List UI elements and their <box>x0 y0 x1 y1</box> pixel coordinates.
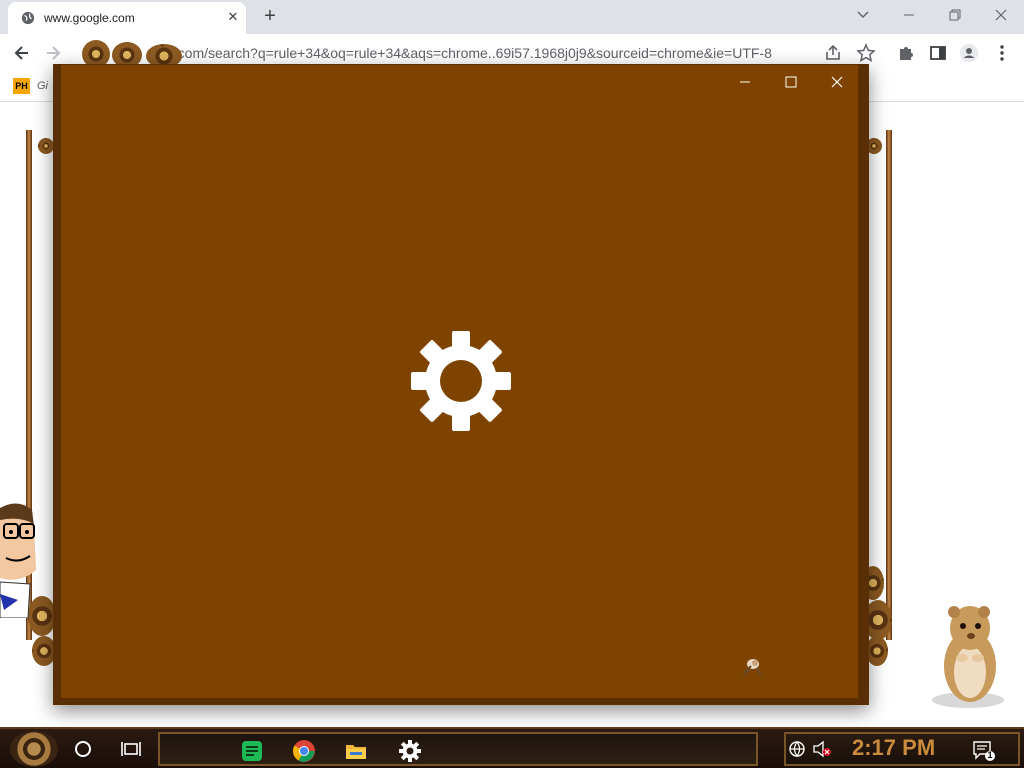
chevron-down-icon[interactable] <box>855 6 871 22</box>
cortana-circle-icon[interactable] <box>71 737 95 761</box>
gear-icon <box>411 331 511 431</box>
bookmark-star-icon[interactable] <box>856 43 876 63</box>
tab-title: www.google.com <box>44 11 135 25</box>
bookmark-favicon[interactable]: PH <box>13 78 30 94</box>
close-window-icon[interactable] <box>989 4 1013 26</box>
more-menu-icon[interactable] <box>992 43 1012 63</box>
file-explorer-icon[interactable] <box>344 739 368 763</box>
cartoon-man-mascot <box>0 503 36 618</box>
app-splash-screen <box>61 65 858 698</box>
network-globe-icon[interactable] <box>788 740 806 758</box>
extensions-puzzle-icon[interactable] <box>896 43 916 63</box>
desktop-screen: www.google.com ✕ + e.com/search?q=rule+3… <box>0 0 1024 768</box>
taskbar-app-panel <box>158 732 758 766</box>
address-bar-url[interactable]: e.com/search?q=rule+34&oq=rule+34&aqs=ch… <box>166 45 772 61</box>
notes-app-icon[interactable] <box>240 739 264 763</box>
brass-pipe-right <box>886 130 892 640</box>
bookmark-label[interactable]: Gi <box>37 80 48 92</box>
minimize-icon[interactable] <box>897 4 921 26</box>
wasp-cursor-icon <box>742 659 762 677</box>
browser-tab[interactable]: www.google.com ✕ <box>8 2 246 34</box>
app-minimize-icon[interactable] <box>730 74 760 90</box>
restore-icon[interactable] <box>943 4 967 26</box>
share-icon[interactable] <box>823 43 843 63</box>
start-button[interactable] <box>10 731 58 767</box>
back-arrow-icon[interactable] <box>12 43 32 63</box>
settings-icon[interactable] <box>398 739 422 763</box>
app-window <box>53 64 869 705</box>
volume-muted-icon[interactable] <box>812 740 832 758</box>
side-panel-icon[interactable] <box>928 43 948 63</box>
app-close-icon[interactable] <box>822 74 852 90</box>
gear-decoration-icon <box>866 636 888 666</box>
taskbar-clock[interactable]: 2:17 PM <box>852 735 935 761</box>
app-maximize-icon[interactable] <box>776 74 806 90</box>
close-tab-icon[interactable]: ✕ <box>225 9 241 25</box>
chrome-icon[interactable] <box>292 739 316 763</box>
globe-icon <box>21 11 35 25</box>
gauge-icon <box>38 138 54 154</box>
hamster-mascot <box>932 606 1004 708</box>
task-view-icon[interactable] <box>119 737 143 761</box>
new-tab-button[interactable]: + <box>259 6 281 28</box>
forward-arrow-icon[interactable] <box>43 43 63 63</box>
browser-tab-strip: www.google.com ✕ + <box>0 0 1024 34</box>
profile-avatar-icon[interactable] <box>959 43 979 63</box>
notification-count-badge: 1 <box>987 750 993 760</box>
